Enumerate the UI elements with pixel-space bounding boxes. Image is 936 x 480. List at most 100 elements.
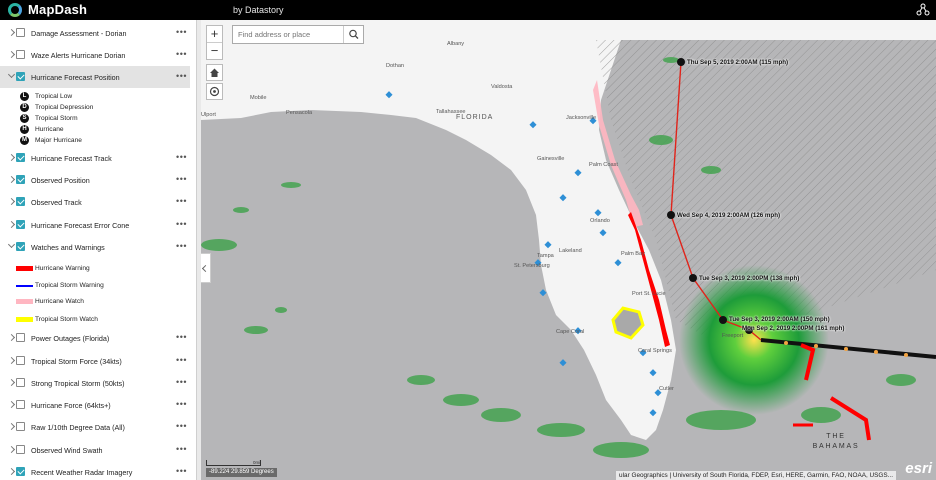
- place-label: Port St. Lucie: [632, 291, 666, 297]
- layer-row[interactable]: Raw 1/10th Degree Data (All) •••: [0, 416, 190, 438]
- search-icon: [349, 29, 359, 39]
- mapdash-logo-icon: [8, 3, 22, 17]
- chevron-right-icon[interactable]: [7, 50, 16, 59]
- coordinate-readout: -89.224 29.859 Degrees: [206, 468, 277, 477]
- layer-row[interactable]: Tropical Storm Force (34kts) •••: [0, 350, 190, 372]
- more-options-icon[interactable]: •••: [176, 49, 187, 59]
- layer-label: Damage Assessment - Dorian: [31, 29, 127, 38]
- chevron-right-icon[interactable]: [7, 467, 16, 476]
- state-label: FLORIDA: [456, 114, 494, 121]
- chevron-right-icon[interactable]: [7, 28, 16, 37]
- more-options-icon[interactable]: •••: [176, 421, 187, 431]
- layer-row[interactable]: Recent Weather Radar Imagery •••: [0, 461, 190, 480]
- chevron-right-icon[interactable]: [7, 333, 16, 342]
- layer-row[interactable]: Waze Alerts Hurricane Dorian •••: [0, 44, 190, 66]
- place-label: Lakeland: [559, 248, 582, 254]
- layer-row[interactable]: Observed Track •••: [0, 191, 190, 213]
- more-options-icon[interactable]: •••: [176, 466, 187, 476]
- zoom-out-button[interactable]: −: [207, 43, 222, 60]
- layer-checkbox[interactable]: [16, 220, 25, 229]
- layer-checkbox[interactable]: [16, 378, 25, 387]
- chevron-right-icon[interactable]: [7, 356, 16, 365]
- more-options-icon[interactable]: •••: [176, 219, 187, 229]
- place-label: Mobile: [250, 95, 267, 101]
- layer-checkbox[interactable]: [16, 50, 25, 59]
- track-label: Mon Sep 2, 2019 2:00PM (161 mph): [742, 325, 845, 332]
- chevron-right-icon[interactable]: [7, 197, 16, 206]
- layer-checkbox[interactable]: [16, 400, 25, 409]
- more-options-icon[interactable]: •••: [176, 355, 187, 365]
- layer-row[interactable]: Observed Wind Swath •••: [0, 439, 190, 461]
- hurricane-icon: H: [20, 125, 29, 134]
- more-options-icon[interactable]: •••: [176, 377, 187, 387]
- layer-checkbox[interactable]: [16, 445, 25, 454]
- tropical-depression-icon: D: [20, 103, 29, 112]
- layer-row[interactable]: Hurricane Forecast Error Cone •••: [0, 214, 190, 236]
- layer-checkbox[interactable]: [16, 422, 25, 431]
- chevron-right-icon[interactable]: [7, 153, 16, 162]
- esri-logo: esri: [905, 460, 932, 477]
- layer-row[interactable]: Hurricane Force (64kts+) •••: [0, 394, 190, 416]
- chevron-right-icon[interactable]: [7, 175, 16, 184]
- layer-checkbox[interactable]: [16, 333, 25, 342]
- layer-label: Observed Wind Swath: [31, 446, 103, 455]
- layer-label: Raw 1/10th Degree Data (All): [31, 423, 125, 432]
- more-options-icon[interactable]: •••: [176, 71, 187, 81]
- more-options-icon[interactable]: •••: [176, 27, 187, 37]
- legend-label: Hurricane Warning: [35, 265, 90, 272]
- layer-checkbox[interactable]: [16, 356, 25, 365]
- place-label: Pensacola: [286, 110, 313, 116]
- home-button[interactable]: [206, 64, 223, 81]
- legend-label: Tropical Storm Watch: [35, 316, 98, 323]
- layer-checkbox[interactable]: [16, 197, 25, 206]
- chevron-right-icon[interactable]: [7, 378, 16, 387]
- tropical-storm-icon: S: [20, 114, 29, 123]
- more-options-icon[interactable]: •••: [176, 241, 187, 251]
- layer-checkbox[interactable]: [16, 28, 25, 37]
- more-options-icon[interactable]: •••: [176, 196, 187, 206]
- place-label: Ulport: [201, 112, 216, 118]
- track-label: Tue Sep 3, 2019 2:00AM (150 mph): [729, 316, 830, 323]
- search-input[interactable]: [233, 26, 344, 43]
- more-options-icon[interactable]: •••: [176, 332, 187, 342]
- layer-row[interactable]: Damage Assessment - Dorian •••: [0, 22, 190, 44]
- chevron-right-icon[interactable]: [7, 220, 16, 229]
- layer-row[interactable]: Strong Tropical Storm (50kts) •••: [0, 372, 190, 394]
- more-options-icon[interactable]: •••: [176, 444, 187, 454]
- place-label: Coral Springs: [638, 348, 672, 354]
- map-view[interactable]: + − Albany Dothan Valdosta Mobile Pensac…: [201, 20, 936, 480]
- layer-row[interactable]: Watches and Warnings •••: [0, 236, 190, 258]
- tropical-storm-watch-swatch: [16, 317, 33, 322]
- layer-label: Hurricane Force (64kts+): [31, 401, 111, 410]
- chevron-right-icon[interactable]: [7, 400, 16, 409]
- more-options-icon[interactable]: •••: [176, 174, 187, 184]
- more-options-icon[interactable]: •••: [176, 152, 187, 162]
- layer-checkbox[interactable]: [16, 153, 25, 162]
- search-button[interactable]: [343, 26, 363, 43]
- more-options-icon[interactable]: •••: [176, 399, 187, 409]
- layer-checkbox[interactable]: [16, 467, 25, 476]
- layer-row[interactable]: Observed Position •••: [0, 169, 190, 191]
- chevron-right-icon[interactable]: [7, 445, 16, 454]
- attribution-text[interactable]: ular Geographics | University of South F…: [616, 471, 896, 480]
- layer-label: Observed Position: [31, 176, 90, 185]
- layer-row-selected[interactable]: Hurricane Forecast Position •••: [0, 66, 190, 88]
- layer-checkbox[interactable]: [16, 175, 25, 184]
- collapse-sidebar-button[interactable]: [201, 253, 211, 283]
- layer-row[interactable]: Hurricane Forecast Track •••: [0, 147, 190, 169]
- tropical-low-icon: L: [20, 92, 29, 101]
- layer-checkbox[interactable]: [16, 242, 25, 251]
- chevron-down-icon[interactable]: [7, 70, 16, 79]
- zoom-in-button[interactable]: +: [207, 26, 222, 43]
- legend-label: Tropical Storm: [35, 115, 78, 122]
- layer-list-panel: Damage Assessment - Dorian ••• Waze Aler…: [0, 20, 197, 480]
- top-bar: MapDash by Datastory: [0, 0, 936, 20]
- layer-label: Waze Alerts Hurricane Dorian: [31, 51, 126, 60]
- chevron-down-icon[interactable]: [7, 240, 16, 249]
- share-icon[interactable]: [916, 3, 930, 17]
- place-label: Cape Coral: [556, 329, 585, 335]
- layer-checkbox[interactable]: [16, 72, 25, 81]
- layer-row[interactable]: Power Outages (Florida) •••: [0, 327, 190, 349]
- chevron-right-icon[interactable]: [7, 422, 16, 431]
- locate-button[interactable]: [206, 83, 223, 100]
